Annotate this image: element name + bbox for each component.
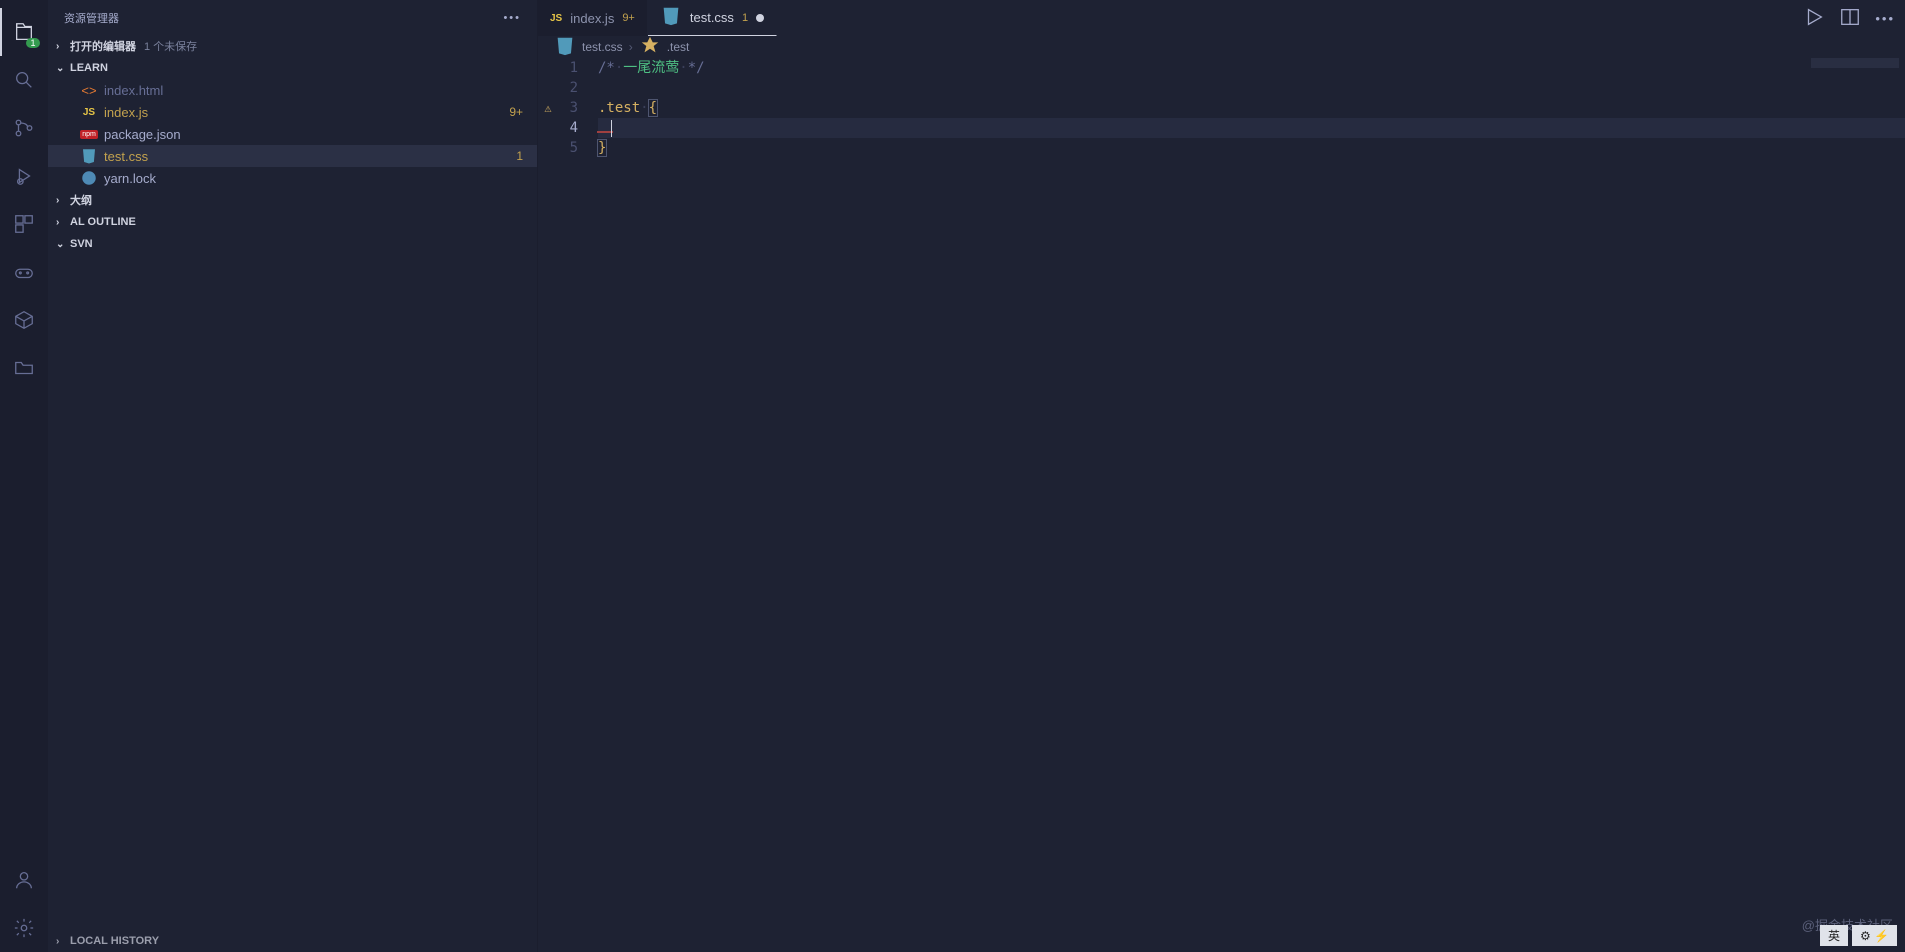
glyph-margin: ⚠ <box>538 58 558 952</box>
tab-badge: 9+ <box>622 12 635 24</box>
line-number: 4 <box>558 118 578 138</box>
file-row-html[interactable]: <> index.html <box>48 79 537 101</box>
file-name: package.json <box>104 127 181 142</box>
css-rule-icon <box>639 35 661 60</box>
local-history-header[interactable]: › LOCAL HISTORY <box>48 930 537 952</box>
yarn-file-icon <box>80 167 98 189</box>
ime-bar: 英 ⚙ ⚡ <box>1820 925 1897 946</box>
line-numbers: 1 2 3 4 5 <box>558 58 598 952</box>
tab-actions: ••• <box>1803 0 1905 36</box>
sidebar-header: 资源管理器 ••• <box>48 0 537 35</box>
app-root: 1 资源管理器 ••• <box>0 0 1905 952</box>
outline-header[interactable]: › 大纲 <box>48 189 537 211</box>
breadcrumb-symbol: .test <box>667 40 690 54</box>
warning-icon: ⚠ <box>544 98 551 118</box>
file-tree: <> index.html JS index.js 9+ npm package… <box>48 79 537 189</box>
chevron-down-icon: ⌄ <box>56 239 70 250</box>
run-icon[interactable] <box>1803 6 1825 31</box>
local-history-label: LOCAL HISTORY <box>70 935 159 947</box>
chevron-right-icon: › <box>629 40 633 54</box>
tab-test-css[interactable]: test.css 1 <box>648 0 777 36</box>
more-icon[interactable]: ••• <box>503 12 521 24</box>
al-outline-header[interactable]: › AL OUTLINE <box>48 211 537 233</box>
tab-label: index.js <box>570 11 614 26</box>
chevron-right-icon: › <box>56 217 70 228</box>
game-icon[interactable] <box>0 248 48 296</box>
ime-icons[interactable]: ⚙ ⚡ <box>1852 925 1897 946</box>
split-editor-icon[interactable] <box>1839 6 1861 31</box>
file-name: test.css <box>104 149 148 164</box>
file-row-npm[interactable]: npm package.json <box>48 123 537 145</box>
run-debug-icon[interactable] <box>0 152 48 200</box>
text-cursor <box>611 120 612 137</box>
sidebar-title: 资源管理器 <box>64 10 119 26</box>
sidebar: 资源管理器 ••• › 打开的编辑器 1 个未保存 ⌄ LEARN <> ind… <box>48 0 538 952</box>
file-name: index.js <box>104 105 148 120</box>
file-name: yarn.lock <box>104 171 156 186</box>
tab-bar: JS index.js 9+ test.css 1 ••• <box>538 0 1905 36</box>
breadcrumb-file: test.css <box>582 40 623 54</box>
tab-index-js[interactable]: JS index.js 9+ <box>538 0 648 36</box>
dirty-indicator-icon <box>756 14 764 22</box>
tab-label: test.css <box>690 10 734 25</box>
file-badge: 1 <box>516 149 523 163</box>
explorer-badge: 1 <box>26 38 40 48</box>
line-number: 2 <box>558 78 578 98</box>
project-name: LEARN <box>70 62 108 74</box>
html-file-icon: <> <box>80 83 98 98</box>
open-editors-label: 打开的编辑器 <box>70 38 136 54</box>
box-icon[interactable] <box>0 296 48 344</box>
account-icon[interactable] <box>0 856 48 904</box>
css-file-icon <box>80 145 98 167</box>
open-editors-status: 1 个未保存 <box>144 38 197 54</box>
open-editors-header[interactable]: › 打开的编辑器 1 个未保存 <box>48 35 537 57</box>
line-number: 5 <box>558 138 578 158</box>
file-name: index.html <box>104 83 163 98</box>
editor-area: JS index.js 9+ test.css 1 ••• <box>538 0 1905 952</box>
line-number: 3 <box>558 98 578 118</box>
svn-label: SVN <box>70 238 93 250</box>
chevron-down-icon: ⌄ <box>56 63 70 74</box>
chevron-right-icon: › <box>56 195 70 206</box>
js-file-icon: JS <box>550 13 562 24</box>
al-outline-label: AL OUTLINE <box>70 216 136 228</box>
js-file-icon: JS <box>80 107 98 118</box>
folder-icon[interactable] <box>0 344 48 392</box>
file-badge: 9+ <box>509 105 523 119</box>
more-icon[interactable]: ••• <box>1875 11 1895 26</box>
file-row-js[interactable]: JS index.js 9+ <box>48 101 537 123</box>
chevron-right-icon: › <box>56 936 70 947</box>
project-header[interactable]: ⌄ LEARN <box>48 57 537 79</box>
code-editor[interactable]: ⚠ 1 2 3 4 5 /*·一尾流莺·*/ .test·{ } <box>538 58 1905 952</box>
code-content[interactable]: /*·一尾流莺·*/ .test·{ } <box>598 58 1905 952</box>
minimap[interactable] <box>1811 58 1899 68</box>
ime-lang[interactable]: 英 <box>1820 925 1848 946</box>
explorer-icon[interactable]: 1 <box>0 8 48 56</box>
css-file-icon <box>554 35 576 60</box>
extensions-icon[interactable] <box>0 200 48 248</box>
file-row-css[interactable]: test.css 1 <box>48 145 537 167</box>
file-row-yarn[interactable]: yarn.lock <box>48 167 537 189</box>
line-number: 1 <box>558 58 578 78</box>
css-file-icon <box>660 5 682 30</box>
svn-header[interactable]: ⌄ SVN <box>48 233 537 255</box>
outline-label: 大纲 <box>70 192 92 208</box>
settings-gear-icon[interactable] <box>0 904 48 952</box>
npm-file-icon: npm <box>80 130 98 139</box>
source-control-icon[interactable] <box>0 104 48 152</box>
chevron-right-icon: › <box>56 41 70 52</box>
tab-badge: 1 <box>742 12 748 24</box>
activity-bar: 1 <box>0 0 48 952</box>
search-icon[interactable] <box>0 56 48 104</box>
breadcrumb[interactable]: test.css › .test <box>538 36 1905 58</box>
